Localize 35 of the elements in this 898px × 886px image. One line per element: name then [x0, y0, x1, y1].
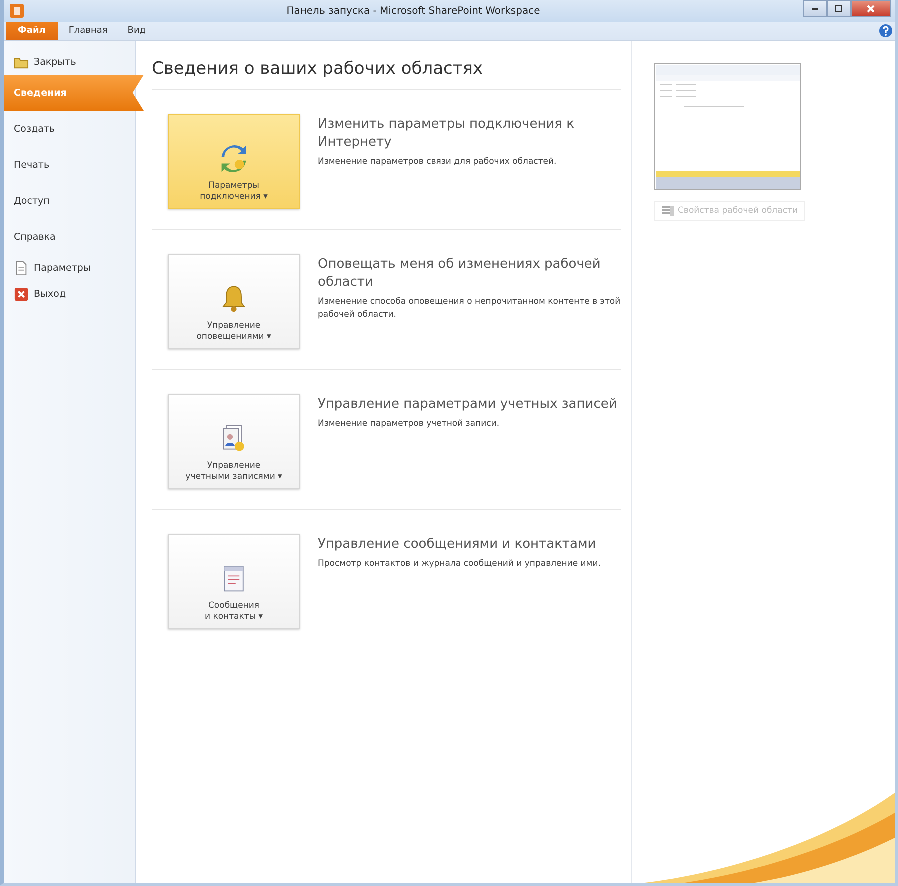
properties-icon — [661, 205, 675, 217]
sidebar-item[interactable]: Создать — [4, 111, 135, 147]
sidebar-item[interactable]: Параметры — [4, 255, 135, 281]
section-title: Управление параметрами учетных записей — [318, 396, 618, 414]
section-title: Управление сообщениями и контактами — [318, 536, 598, 554]
window-title: Панель запуска - Microsoft SharePoint Workspace — [286, 6, 542, 16]
section-title: Оповещать меня об изменениях рабочей области — [318, 256, 602, 292]
close-icon — [866, 4, 876, 14]
settings-button[interactable]: Сообщения и контакты ▾ — [168, 534, 300, 629]
settings-button[interactable]: Управление оповещениями ▾ — [168, 254, 300, 349]
sidebar-item[interactable]: Доступ — [4, 183, 135, 219]
section-description: Изменение способа оповещения о непрочитанном контенте в этой рабочей области. — [318, 296, 621, 322]
help-icon[interactable] — [879, 24, 893, 38]
page-heading: Сведения о ваших рабочих областях — [152, 59, 621, 90]
document-icon — [14, 260, 29, 276]
close-icon — [14, 286, 29, 302]
maximize-icon — [834, 4, 844, 14]
minimize-icon — [810, 8, 820, 10]
sidebar-item[interactable]: Печать — [4, 147, 135, 183]
section-description: Изменение параметров связи для рабочих областей. — [318, 156, 558, 170]
maximize-button[interactable] — [827, 0, 851, 17]
ribbon-tab[interactable]: Главная — [60, 22, 117, 40]
section-description: Изменение параметров учетной записи. — [318, 418, 501, 431]
close-button[interactable] — [851, 0, 891, 17]
sync-icon — [219, 144, 249, 174]
sidebar-item[interactable]: Справка — [4, 219, 135, 255]
minimize-button[interactable] — [803, 0, 827, 17]
sidebar-item[interactable]: Выход — [4, 281, 135, 307]
ribbon-tab[interactable]: Вид — [118, 22, 156, 40]
section-description: Просмотр контактов и журнала сообщений и управление ими. — [318, 558, 601, 571]
app-icon — [10, 4, 24, 18]
sidebar-item[interactable]: Закрыть — [4, 49, 135, 75]
settings-button[interactable]: Параметры подключения ▾ — [168, 114, 300, 209]
settings-button[interactable]: Управление учетными записями ▾ — [168, 394, 300, 489]
section-title: Изменить параметры подключения к Интернету — [318, 116, 576, 152]
